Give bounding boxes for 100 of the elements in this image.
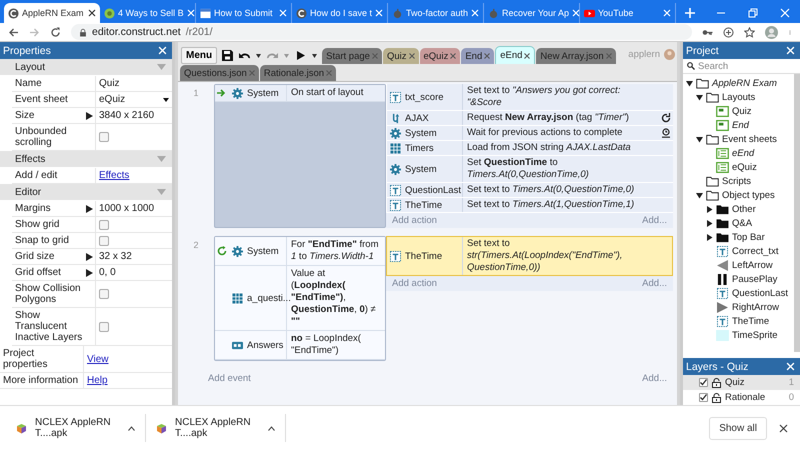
editor-tab[interactable]: New Array.json [536, 48, 616, 64]
tree-item[interactable]: Event sheets [722, 134, 777, 144]
property-link[interactable]: Effects [99, 170, 130, 181]
checkbox[interactable] [699, 378, 708, 387]
show-all-button[interactable]: Show all [709, 416, 767, 440]
checkbox[interactable] [99, 322, 109, 332]
property-link[interactable]: Help [87, 375, 108, 386]
caret-icon[interactable] [128, 426, 135, 430]
back-icon[interactable] [8, 26, 19, 38]
condition-object: System [247, 246, 279, 256]
condition-text[interactable]: no = LoopIndex( "EndTime") [291, 333, 381, 357]
tree-item[interactable]: AppleRN Exam [712, 78, 777, 88]
caret-icon[interactable] [268, 426, 275, 430]
action-row[interactable]: TheTime Set text to str(Timers.At(LoopIndex("EndTime"), QuestionTime,0)) [386, 236, 673, 276]
new-tab-icon[interactable] [684, 7, 696, 19]
checkbox[interactable] [99, 289, 109, 299]
tree-item[interactable]: End [732, 120, 749, 130]
menu-button[interactable]: Menu [181, 47, 218, 64]
action-row[interactable]: QuestionLast Set text to Timers.At(0,QuestionTime,0) [386, 183, 673, 198]
tree-item[interactable]: Object types [722, 190, 775, 200]
undo-icon[interactable] [239, 50, 250, 61]
expand-arrow-icon[interactable] [706, 220, 713, 226]
tree-item[interactable]: RightArrow [732, 302, 779, 312]
editor-tab[interactable]: Rationale.json [260, 65, 336, 81]
tree-item[interactable]: eEnd [732, 148, 754, 158]
padlock-icon[interactable] [712, 392, 721, 402]
tree-item[interactable]: Q&A [732, 218, 752, 228]
add-circle-icon[interactable] [723, 26, 734, 38]
folder-icon [696, 78, 709, 88]
close-icon[interactable] [88, 9, 96, 17]
star-icon[interactable] [744, 26, 755, 38]
expand-arrow-icon[interactable] [86, 204, 93, 212]
tree-item[interactable]: Layouts [722, 92, 756, 102]
close-icon[interactable] [779, 424, 788, 432]
restore-icon[interactable] [748, 8, 758, 18]
close-icon[interactable] [524, 52, 530, 58]
expand-arrow-icon[interactable] [706, 206, 713, 212]
collapse-arrow-icon[interactable] [696, 94, 703, 100]
tree-item[interactable]: eQuiz [732, 162, 757, 172]
caret-icon[interactable] [312, 54, 318, 58]
reload-icon[interactable] [50, 26, 61, 38]
layer-row[interactable]: Rationale 0 [683, 390, 800, 405]
action-row[interactable]: Timers Load from JSON string AJAX.LastData [386, 141, 673, 156]
editor-tab[interactable]: Quiz [382, 48, 418, 64]
action-row[interactable]: TheTime Set text to Timers.At(1,QuestionTime,1) [386, 198, 673, 213]
tree-item[interactable]: LeftArrow [732, 260, 773, 270]
section-header[interactable]: Layout [0, 59, 172, 76]
property-dropdown[interactable]: eQuiz [96, 92, 172, 107]
section-header[interactable]: Effects [0, 151, 172, 168]
editor-tab[interactable]: eEnd [495, 46, 536, 64]
tree-item[interactable]: Other [732, 204, 756, 214]
search-field[interactable]: Search [683, 59, 800, 74]
download-file[interactable]: NCLEX AppleRN T....apk [35, 417, 120, 439]
editor-tab[interactable]: eQuiz [420, 48, 460, 64]
checkbox[interactable] [99, 236, 109, 246]
checkbox[interactable] [99, 220, 109, 230]
save-icon[interactable] [222, 50, 234, 61]
tree-item[interactable]: Quiz [732, 106, 752, 116]
tree-item[interactable]: TheTime [732, 316, 770, 326]
layer-row[interactable]: Quiz 1 [683, 375, 800, 390]
browser-tab[interactable]: AppleRN Exam [4, 3, 100, 23]
condition-text[interactable]: For "EndTime" from 1 to Timers.Width-1 [291, 239, 381, 263]
property-link[interactable]: View [87, 354, 108, 364]
editor-tab[interactable]: Questions.json [180, 65, 259, 81]
tree-item[interactable]: QuestionLast [732, 288, 788, 298]
browser-tab[interactable]: 4 Ways to Sell B [100, 3, 196, 23]
tree-item[interactable]: Correct_txt [732, 246, 778, 256]
collapse-arrow-icon[interactable] [696, 192, 703, 198]
address-bar[interactable]: editor.construct.net /r201/ [71, 24, 692, 40]
checkbox[interactable] [99, 132, 109, 142]
expand-arrow-icon[interactable] [86, 112, 93, 120]
browser-tab[interactable]: How to Submit [196, 3, 292, 23]
tree-item[interactable]: TimeSprite [732, 330, 778, 340]
checkbox[interactable] [699, 393, 708, 402]
editor-tab[interactable]: End [461, 48, 494, 64]
browser-tab[interactable]: Recover Your Ap [484, 3, 580, 23]
tree-item[interactable]: Scripts [722, 176, 752, 186]
browser-tab[interactable]: YouTube [580, 3, 676, 23]
padlock-icon[interactable] [712, 378, 721, 388]
text-object-icon [390, 250, 401, 262]
caret-icon[interactable] [256, 54, 262, 58]
action-row[interactable]: txt_score Set text to "Answers you got correct: "&Score [386, 84, 673, 111]
action-row[interactable]: System Set QuestionTime to Timers.At(0,QuestionTime,0) [386, 156, 673, 183]
folder-icon [706, 176, 719, 186]
collapse-arrow-icon[interactable] [696, 136, 703, 142]
condition-object: Answers [247, 340, 284, 350]
play-icon[interactable] [295, 50, 306, 61]
condition-text[interactable]: Value at (LoopIndex( "EndTime"), QuestionTime, 0) ≠ "" [291, 268, 381, 328]
collapse-arrow-icon[interactable] [686, 80, 693, 86]
download-file[interactable]: NCLEX AppleRN T....apk [175, 417, 260, 439]
editor-tab[interactable]: Start page [322, 48, 382, 64]
browser-tab[interactable]: Two-factor auth [388, 3, 484, 23]
tree-item[interactable]: PausePlay [732, 274, 778, 284]
tree-item[interactable]: Top Bar [732, 232, 765, 242]
action-row[interactable]: AJAX Request New Array.json (tag "Timer") [386, 111, 673, 126]
expand-arrow-icon[interactable] [706, 234, 713, 240]
section-header[interactable]: Editor [0, 184, 172, 201]
condition-text[interactable]: On start of layout [291, 87, 364, 99]
browser-tab[interactable]: How do I save t [292, 3, 388, 23]
action-row[interactable]: System Wait for previous actions to complete [386, 126, 673, 141]
